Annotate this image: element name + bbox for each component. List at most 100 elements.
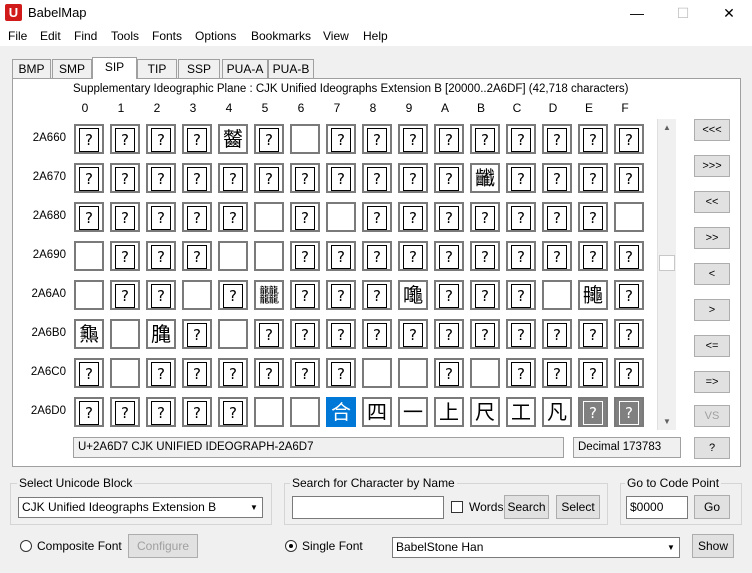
char-cell[interactable]: ? xyxy=(290,280,320,310)
char-cell[interactable]: ? xyxy=(218,358,248,388)
help-button[interactable]: ? xyxy=(694,437,730,459)
search-button[interactable]: Search xyxy=(504,495,549,519)
down-arrow-icon[interactable]: ▼ xyxy=(658,413,676,430)
tab-smp[interactable]: SMP xyxy=(52,59,92,78)
char-cell[interactable]: ? xyxy=(74,397,104,427)
search-input[interactable] xyxy=(292,496,444,519)
char-cell[interactable]: ? xyxy=(290,241,320,271)
char-cell[interactable]: ? xyxy=(614,319,644,349)
char-cell[interactable]: 四 xyxy=(362,397,392,427)
char-cell[interactable]: ? xyxy=(254,358,284,388)
char-cell[interactable]: ? xyxy=(506,124,536,154)
char-cell[interactable]: 𪛉 xyxy=(398,358,428,388)
char-cell[interactable]: ? xyxy=(470,202,500,232)
char-cell[interactable]: ? xyxy=(470,241,500,271)
menu-help[interactable]: Help xyxy=(363,29,388,43)
single-font-radio[interactable] xyxy=(285,540,297,552)
char-cell[interactable]: ? xyxy=(182,202,212,232)
char-cell[interactable]: ? xyxy=(506,358,536,388)
char-cell[interactable]: ? xyxy=(218,202,248,232)
char-cell[interactable]: 𪚅 xyxy=(254,202,284,232)
char-cell[interactable]: ? xyxy=(398,241,428,271)
char-cell[interactable]: ? xyxy=(362,241,392,271)
char-cell[interactable]: ? xyxy=(506,163,536,193)
menu-fonts[interactable]: Fonts xyxy=(152,29,182,43)
char-cell[interactable]: ? xyxy=(218,163,248,193)
char-cell[interactable]: 一 xyxy=(398,397,428,427)
variation-selector-button[interactable]: VS xyxy=(694,405,730,427)
char-cell[interactable]: ? xyxy=(578,202,608,232)
char-cell[interactable]: 𪚕 xyxy=(254,241,284,271)
char-cell[interactable]: 𪚏 xyxy=(614,202,644,232)
char-cell[interactable]: ? xyxy=(74,124,104,154)
char-cell[interactable]: 𪛕 xyxy=(254,397,284,427)
char-cell[interactable]: ? xyxy=(542,202,572,232)
menu-tools[interactable]: Tools xyxy=(111,29,139,43)
char-cell[interactable]: ? xyxy=(110,280,140,310)
char-cell[interactable]: ? xyxy=(542,319,572,349)
char-cell[interactable]: ? xyxy=(506,241,536,271)
char-cell[interactable]: ? xyxy=(182,319,212,349)
char-cell[interactable]: ? xyxy=(290,202,320,232)
char-cell[interactable]: 𪛖 xyxy=(290,397,320,427)
char-cell[interactable]: ? xyxy=(110,397,140,427)
maximize-button[interactable]: ☐ xyxy=(660,0,706,26)
char-cell[interactable]: ? xyxy=(434,358,464,388)
char-cell[interactable]: ? xyxy=(434,163,464,193)
char-cell[interactable]: ? xyxy=(218,397,248,427)
char-cell[interactable]: 𪚲 xyxy=(146,319,176,349)
char-cell[interactable]: ? xyxy=(326,124,356,154)
char-cell[interactable]: ? xyxy=(578,319,608,349)
char-cell[interactable]: 𪚥 xyxy=(254,280,284,310)
char-cell[interactable]: ? xyxy=(470,124,500,154)
configure-button[interactable]: Configure xyxy=(128,534,198,558)
char-cell[interactable]: ? xyxy=(578,397,608,427)
char-cell[interactable]: ? xyxy=(110,202,140,232)
menu-edit[interactable]: Edit xyxy=(40,29,61,43)
char-cell[interactable]: 𪙤 xyxy=(218,124,248,154)
chevron-down-icon[interactable]: ▼ xyxy=(246,498,262,517)
char-cell[interactable]: 𪚠 xyxy=(74,280,104,310)
char-cell[interactable]: 𪛈 xyxy=(362,358,392,388)
char-cell[interactable]: ? xyxy=(362,124,392,154)
char-cell[interactable]: 上 xyxy=(434,397,464,427)
char-cell[interactable]: 𪚴 xyxy=(218,319,248,349)
char-cell[interactable]: ? xyxy=(254,319,284,349)
char-cell[interactable]: ? xyxy=(74,358,104,388)
grid-scrollbar[interactable]: ▲ ▼ xyxy=(657,119,676,430)
scroll-thumb[interactable] xyxy=(659,255,675,271)
menu-options[interactable]: Options xyxy=(195,29,236,43)
char-cell[interactable]: ? xyxy=(434,202,464,232)
next-block-button[interactable]: >> xyxy=(694,227,730,249)
char-cell[interactable]: ? xyxy=(326,163,356,193)
char-cell[interactable]: 合 xyxy=(326,397,356,427)
char-cell[interactable]: ? xyxy=(326,358,356,388)
char-cell[interactable]: ? xyxy=(74,163,104,193)
char-cell[interactable]: ? xyxy=(542,358,572,388)
next-char-button[interactable]: => xyxy=(694,371,730,393)
char-cell[interactable]: ? xyxy=(146,202,176,232)
go-button[interactable]: Go xyxy=(694,495,730,519)
char-cell[interactable]: ? xyxy=(182,163,212,193)
char-cell[interactable]: ? xyxy=(578,241,608,271)
char-cell[interactable]: 𪛁 xyxy=(110,358,140,388)
char-cell[interactable]: ? xyxy=(470,319,500,349)
char-cell[interactable]: ? xyxy=(182,358,212,388)
font-select[interactable]: BabelStone Han ▼ xyxy=(392,537,680,558)
char-cell[interactable]: ? xyxy=(578,358,608,388)
char-cell[interactable]: ? xyxy=(362,319,392,349)
char-cell[interactable]: 𪚣 xyxy=(182,280,212,310)
tab-bmp[interactable]: BMP xyxy=(12,59,51,78)
char-cell[interactable]: ? xyxy=(326,280,356,310)
minimize-button[interactable]: — xyxy=(614,0,660,26)
char-cell[interactable]: ? xyxy=(398,202,428,232)
char-cell[interactable]: ? xyxy=(290,163,320,193)
tab-ssp[interactable]: SSP xyxy=(178,59,220,78)
tab-pua-b[interactable]: PUA-B xyxy=(268,59,314,78)
tab-pua-a[interactable]: PUA-A xyxy=(222,59,268,78)
char-cell[interactable]: 𪙦 xyxy=(290,124,320,154)
char-cell[interactable]: ? xyxy=(362,163,392,193)
char-cell[interactable]: ? xyxy=(146,124,176,154)
char-cell[interactable]: 𪚮 xyxy=(578,280,608,310)
char-cell[interactable]: 𪚰 xyxy=(74,319,104,349)
